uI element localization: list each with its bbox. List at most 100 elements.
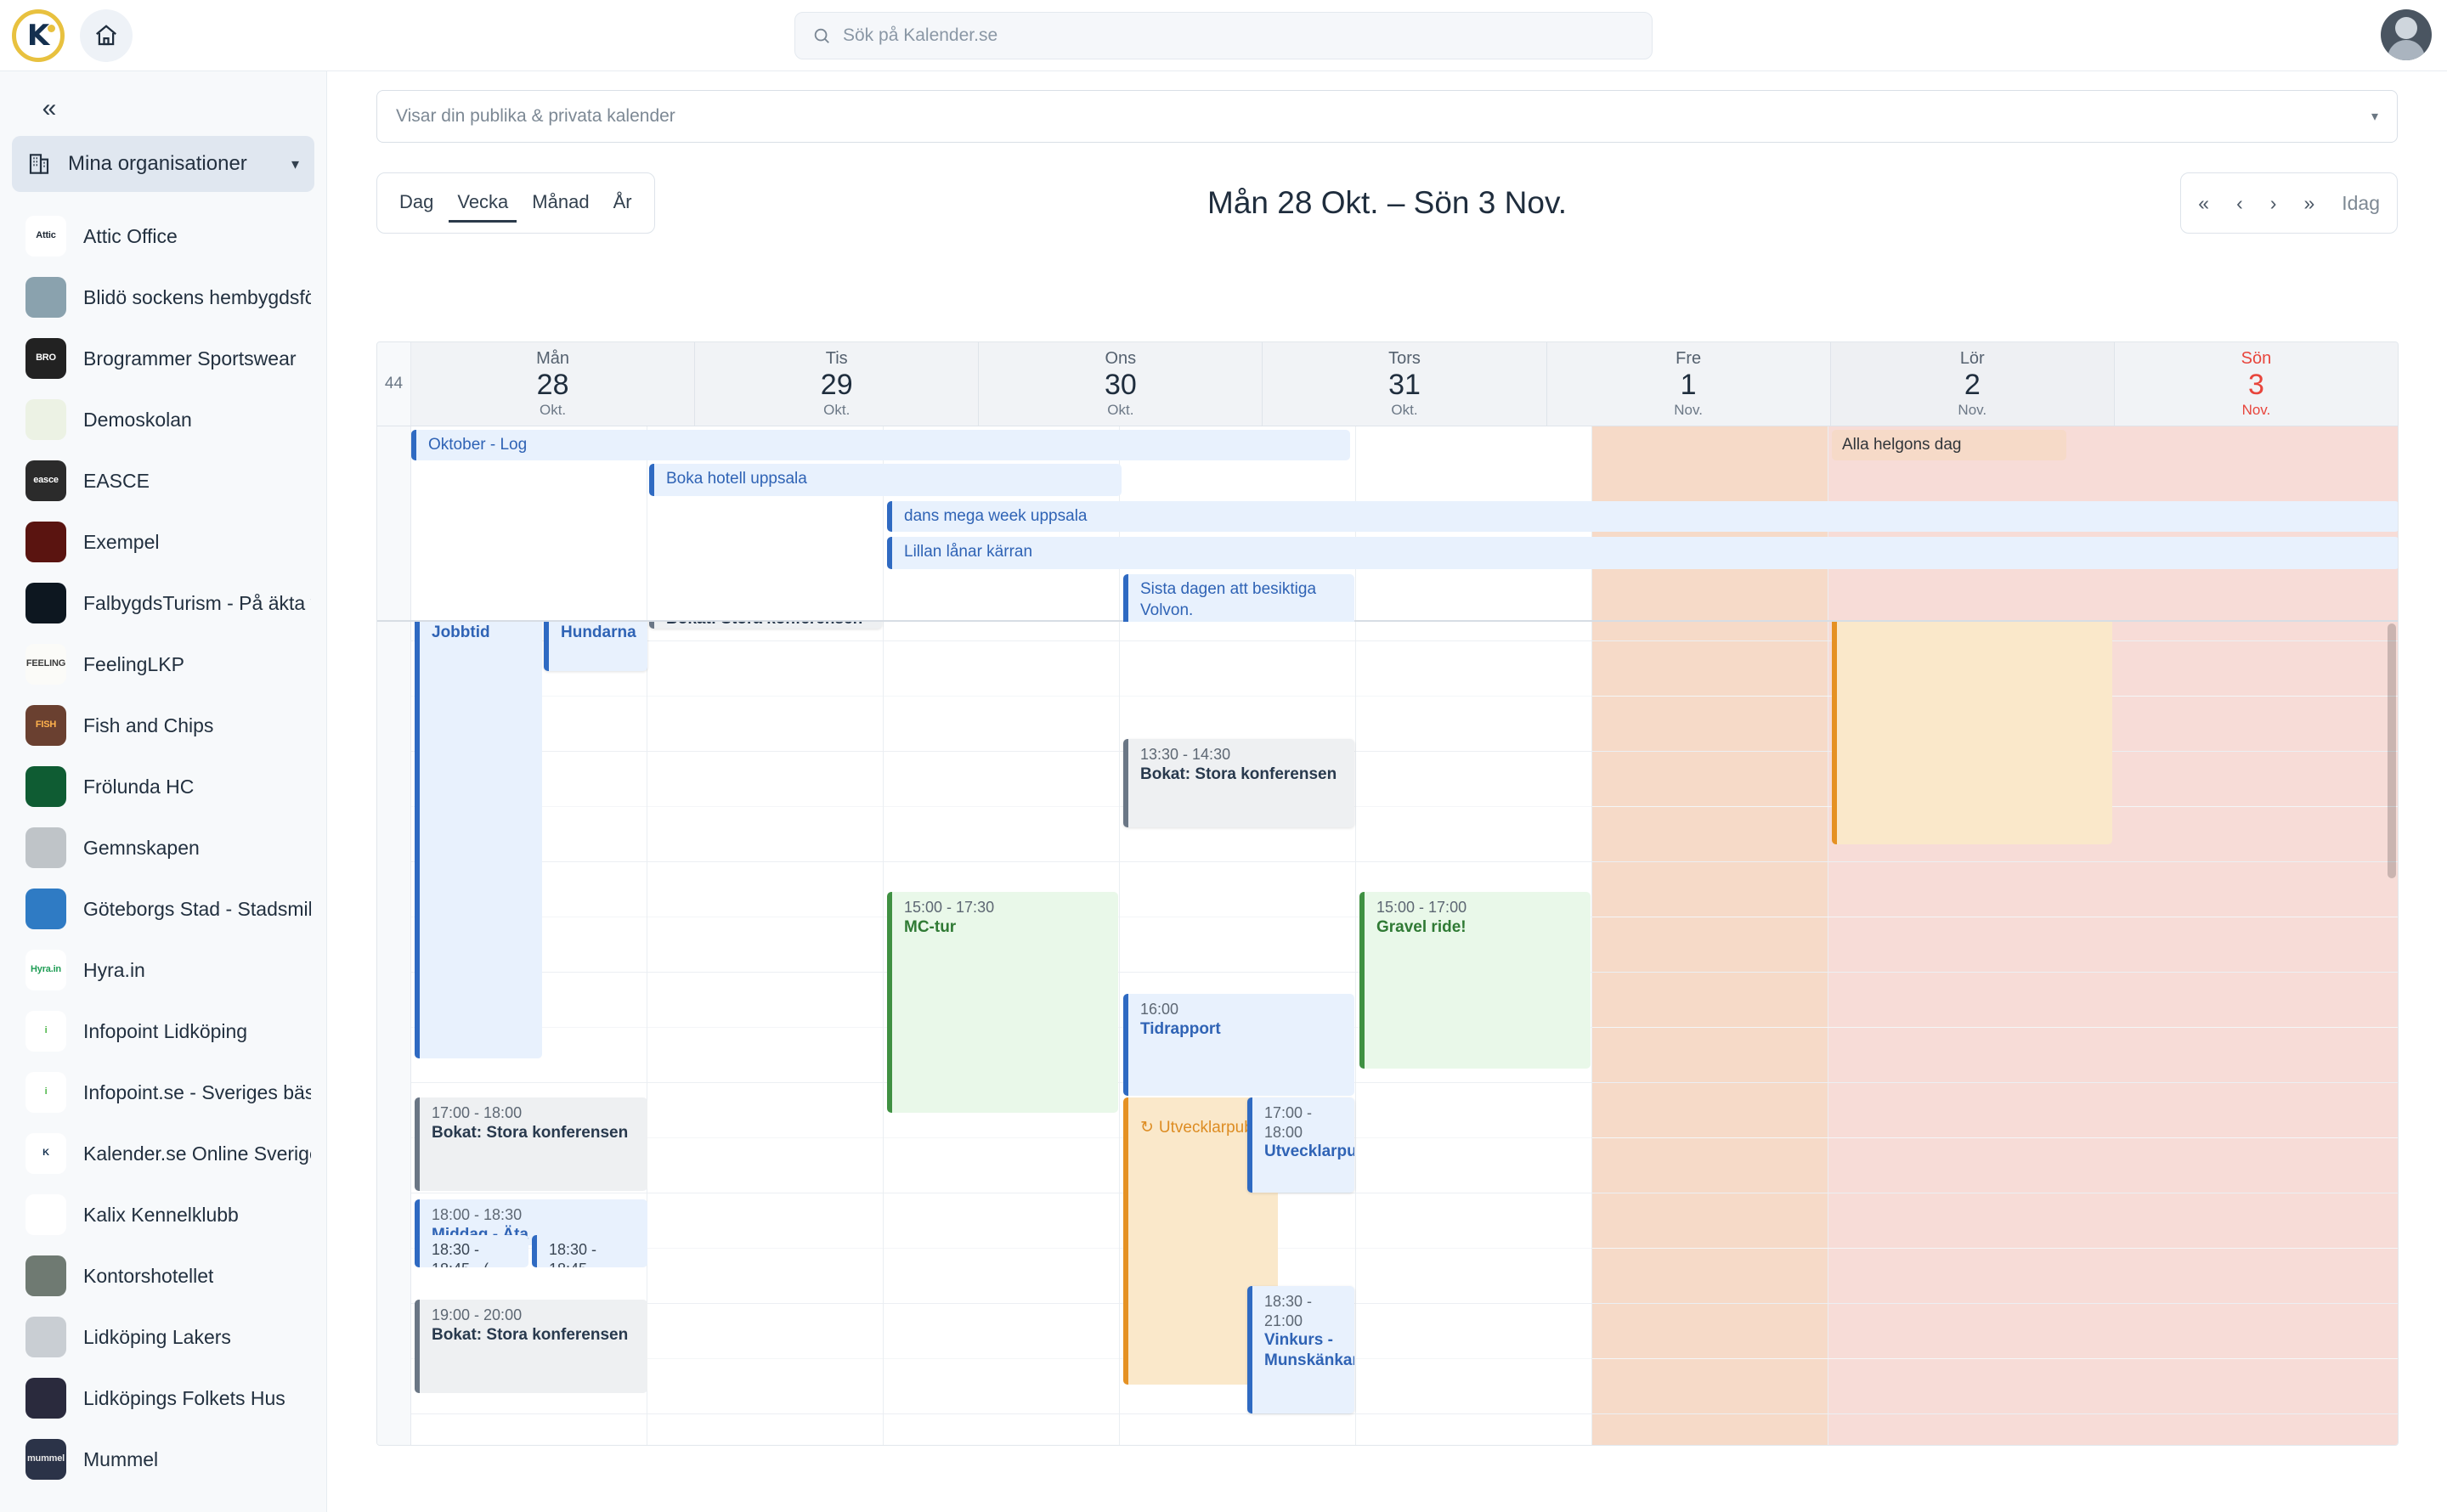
event-bokat-stora-konferensen-tis[interactable]: Bokat: Stora konferensen	[649, 622, 882, 629]
day-header-tis[interactable]: Tis 29 Okt.	[695, 342, 980, 426]
view-button-år[interactable]: År	[605, 184, 641, 223]
sidebar-item-org-9[interactable]: Frölunda HC	[0, 756, 326, 817]
day-header-mån[interactable]: Mån 28 Okt.	[411, 342, 696, 426]
org-name: Blidö sockens hembygdsfö	[83, 285, 311, 308]
sidebar-item-org-18[interactable]: Lidköping Lakers	[0, 1306, 326, 1368]
allday-event-boka-hotell[interactable]: Boka hotell uppsala	[649, 464, 1122, 496]
sidebar-item-my-organisations[interactable]: Mina organisationer ▾	[12, 136, 314, 192]
calendar-toolbar: Dag Vecka Månad År Mån 28 Okt. – Sön 3 Nov.…	[376, 168, 2398, 238]
event-title: Lillan lånar kärran	[904, 543, 1033, 561]
kalender-logo[interactable]: K	[12, 8, 65, 62]
page-title: Mån 28 Okt. – Sön 3 Nov.	[1207, 185, 1567, 220]
org-name: Demoskolan	[83, 408, 192, 431]
sidebar-item-org-10[interactable]: Gemnskapen	[0, 817, 326, 878]
allday-event-oktober-log[interactable]: Oktober - Log	[411, 430, 1350, 460]
event-sunday-orange-block[interactable]	[1832, 622, 2112, 844]
org-name: Frölunda HC	[83, 775, 195, 798]
sidebar-item-org-0[interactable]: Attic Attic Office	[0, 206, 326, 267]
search-icon	[814, 28, 829, 43]
day-header-ons[interactable]: Ons 30 Okt.	[979, 342, 1263, 426]
vertical-scrollbar[interactable]	[2388, 623, 2396, 878]
search-placeholder: Sök på Kalender.se	[843, 25, 998, 45]
sidebar-item-org-12[interactable]: Hyra.in Hyra.in	[0, 939, 326, 1001]
day-month: Okt.	[1391, 402, 1418, 419]
today-button[interactable]: Idag	[2337, 192, 2385, 215]
sidebar: « Mina organisationer ▾ Attic Attic Offic…	[0, 71, 327, 1512]
day-name: Ons	[1105, 348, 1137, 368]
event-title: Sista dagen att besiktiga Volvon.	[1140, 580, 1317, 619]
allday-event-lillan-lanar-karran[interactable]: Lillan lånar kärran	[887, 537, 2398, 569]
event-1830-b[interactable]: 18:30 - 18:45 -	[532, 1235, 647, 1267]
next-week-button[interactable]: ›	[2265, 192, 2282, 215]
event-gravel-ride[interactable]: 15:00 - 17:00 Gravel ride!	[1359, 892, 1591, 1069]
org-logo-icon: i	[25, 1011, 66, 1052]
event-1830-a[interactable]: 18:30 - 18:45 - (	[415, 1235, 528, 1267]
event-title: MC-tur	[904, 917, 957, 936]
search-input[interactable]: Sök på Kalender.se	[794, 11, 1653, 59]
view-button-dag[interactable]: Dag	[391, 184, 442, 223]
sidebar-item-org-3[interactable]: Demoskolan	[0, 389, 326, 450]
event-title: Oktober - Log	[428, 436, 528, 454]
org-name: Infopoint Lidköping	[83, 1019, 248, 1042]
allday-event-sista-dagen-besiktiga[interactable]: Sista dagen att besiktiga Volvon.	[1123, 574, 1354, 627]
sidebar-item-org-17[interactable]: Kontorshotellet	[0, 1245, 326, 1306]
org-name: Hyra.in	[83, 958, 145, 981]
sidebar-item-org-8[interactable]: FISH Fish and Chips	[0, 695, 326, 756]
allday-event-alla-helgons-dag[interactable]: Alla helgons dag	[1832, 430, 2066, 460]
day-header-lör[interactable]: Lör 2 Nov.	[1830, 342, 2115, 426]
org-logo-icon	[25, 522, 66, 562]
home-button[interactable]	[80, 8, 133, 62]
sidebar-item-org-7[interactable]: FEELING FeelingLKP	[0, 634, 326, 695]
sidebar-item-org-6[interactable]: FalbygdsTurism - På äkta v	[0, 573, 326, 634]
org-logo-icon: K	[25, 1133, 66, 1174]
event-title: Gravel ride!	[1376, 917, 1467, 936]
building-icon	[29, 154, 49, 174]
day-header-row: 44 Mån 28 Okt. Tis 29 Okt. Ons 30 Okt. Tors 31 Okt.…	[377, 342, 2398, 426]
event-utvecklarpub[interactable]: 17:00 - 18:00 Utvecklarpub	[1247, 1097, 1354, 1193]
event-bokat-1900[interactable]: 19:00 - 20:00 Bokat: Stora konferensen	[415, 1300, 647, 1393]
sidebar-item-org-13[interactable]: i Infopoint Lidköping	[0, 1001, 326, 1062]
event-tidrapport[interactable]: 16:00 Tidrapport	[1123, 994, 1354, 1096]
event-hundarna[interactable]: Hundarna	[544, 622, 647, 671]
day-number: 3	[2247, 368, 2264, 401]
day-number: 28	[536, 368, 569, 401]
event-bokat-1700[interactable]: 17:00 - 18:00 Bokat: Stora konferensen	[415, 1097, 647, 1191]
sidebar-org-header-label: Mina organisationer	[68, 152, 247, 175]
view-button-månad[interactable]: Månad	[523, 184, 597, 223]
day-header-sön[interactable]: Sön 3 Nov.	[2114, 342, 2398, 426]
sidebar-item-org-11[interactable]: Göteborgs Stad - Stadsmil	[0, 878, 326, 939]
day-name: Tis	[825, 348, 848, 368]
sidebar-item-org-14[interactable]: i Infopoint.se - Sveriges bäs	[0, 1062, 326, 1123]
allday-event-dans-mega-week[interactable]: dans mega week uppsala	[887, 501, 2398, 532]
event-time: 19:00 - 20:00	[432, 1306, 523, 1323]
org-logo-icon: Hyra.in	[25, 950, 66, 990]
view-button-vecka[interactable]: Vecka	[449, 184, 517, 223]
next-year-button[interactable]: »	[2298, 192, 2320, 215]
day-header-fre[interactable]: Fre 1 Nov.	[1547, 342, 1831, 426]
sidebar-item-org-19[interactable]: Lidköpings Folkets Hus	[0, 1368, 326, 1429]
event-vinkurs[interactable]: 18:30 - 21:00 Vinkurs - Munskänkarna	[1247, 1286, 1354, 1413]
sidebar-item-org-15[interactable]: K Kalender.se Online Sverige	[0, 1123, 326, 1184]
avatar[interactable]	[2381, 9, 2432, 60]
day-month: Nov.	[1958, 402, 1987, 419]
org-logo-icon	[25, 1255, 66, 1296]
calendar-filter-select[interactable]: Visar din publika & privata kalender ▾	[376, 90, 2398, 143]
event-title-row: ↻ Utvecklarpub	[1140, 1119, 1253, 1137]
org-logo-icon	[25, 827, 66, 868]
sidebar-item-org-16[interactable]: Kalix Kennelklubb	[0, 1184, 326, 1245]
prev-year-button[interactable]: «	[2193, 192, 2214, 215]
day-header-tors[interactable]: Tors 31 Okt.	[1263, 342, 1547, 426]
event-jobbtid[interactable]: Jobbtid	[415, 622, 542, 1058]
sidebar-item-org-5[interactable]: Exempel	[0, 511, 326, 573]
sidebar-item-org-1[interactable]: Blidö sockens hembygdsfö	[0, 267, 326, 328]
org-logo-icon: Attic	[25, 216, 66, 257]
home-icon	[96, 24, 116, 45]
org-name: EASCE	[83, 469, 150, 492]
sidebar-item-org-4[interactable]: easce EASCE	[0, 450, 326, 511]
sidebar-item-org-2[interactable]: BRO Brogrammer Sportswear	[0, 328, 326, 389]
sidebar-collapse-button[interactable]: «	[31, 90, 68, 127]
prev-week-button[interactable]: ‹	[2231, 192, 2248, 215]
event-bokat-1330[interactable]: 13:30 - 14:30 Bokat: Stora konferensen	[1123, 739, 1354, 827]
event-mc-tur[interactable]: 15:00 - 17:30 MC-tur	[887, 892, 1118, 1113]
sidebar-item-org-20[interactable]: mummel Mummel	[0, 1429, 326, 1490]
